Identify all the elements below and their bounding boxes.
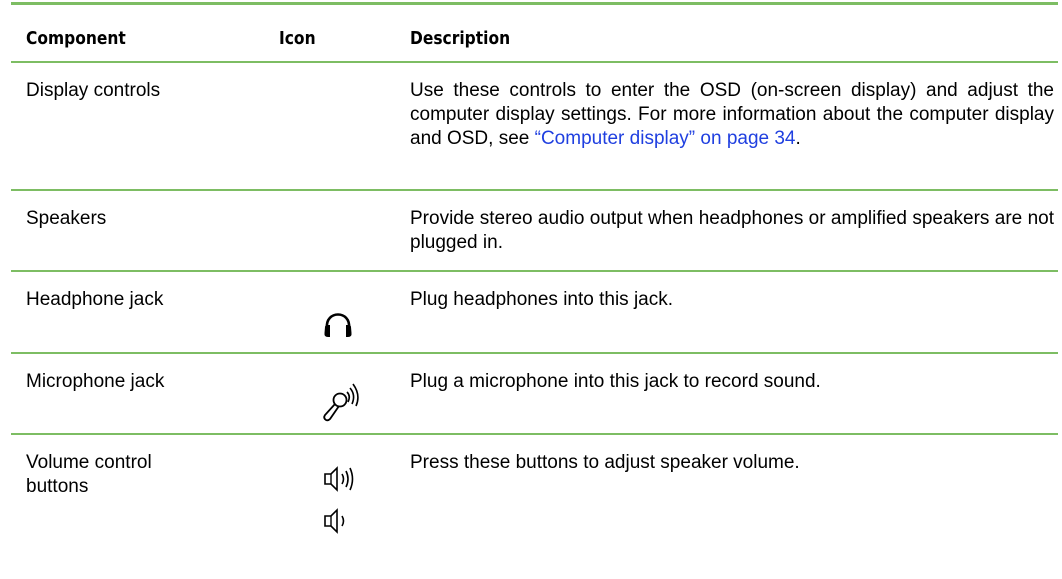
table-row: Display controls Use these controls to e… xyxy=(11,63,1058,191)
column-header-description: Description xyxy=(410,28,511,49)
volume-down-icon xyxy=(324,508,345,534)
table-row: Headphone jack Plug headphones into this… xyxy=(11,272,1058,354)
table-row: Volume control buttons Press these butto… xyxy=(11,435,1058,555)
table-header: Component Icon Description xyxy=(11,5,1058,63)
table-row: Microphone jack Plug a microphone into t… xyxy=(11,354,1058,435)
component-description: Provide stereo audio output when headpho… xyxy=(410,208,1054,253)
component-description: Use these controls to enter the OSD (on-… xyxy=(410,80,1054,149)
column-header-component: Component xyxy=(26,28,126,49)
table-row: Speakers Provide stereo audio output whe… xyxy=(11,191,1058,272)
microphone-icon xyxy=(323,383,359,422)
headphones-icon xyxy=(324,313,352,337)
component-name: Microphone jack xyxy=(26,371,165,392)
component-name: Volume control buttons xyxy=(26,452,152,497)
component-name: Display controls xyxy=(26,80,161,101)
volume-up-icon xyxy=(324,466,354,492)
cross-reference-link[interactable]: “Computer display” on page 34 xyxy=(535,128,796,149)
component-name: Headphone jack xyxy=(26,289,164,310)
component-name: Speakers xyxy=(26,208,107,229)
column-header-icon: Icon xyxy=(279,28,316,49)
components-table: Component Icon Description Display contr… xyxy=(11,2,1058,555)
component-description: Plug a microphone into this jack to reco… xyxy=(410,371,821,392)
component-description: Plug headphones into this jack. xyxy=(410,289,674,310)
component-description: Press these buttons to adjust speaker vo… xyxy=(410,452,800,473)
